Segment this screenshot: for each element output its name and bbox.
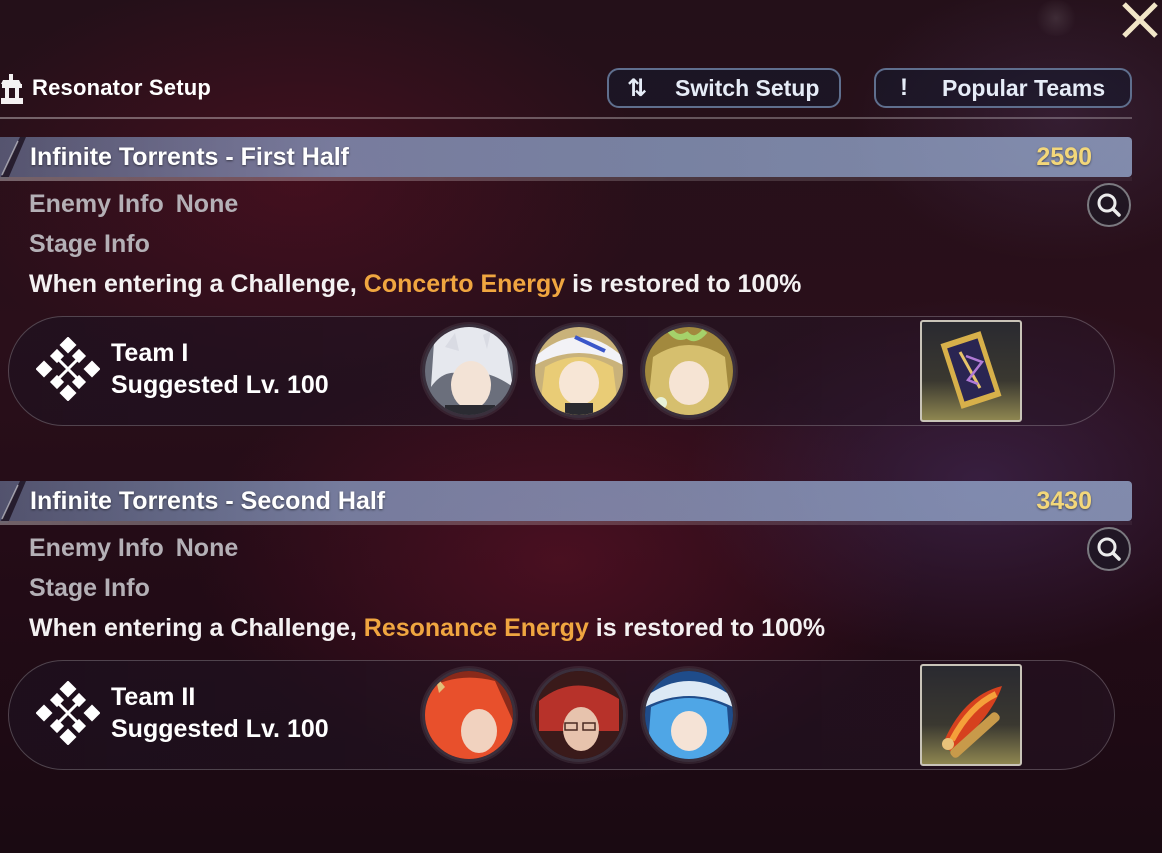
portrait-image <box>425 671 513 759</box>
team-emblem-icon <box>36 337 100 401</box>
team-suggested-level: Suggested Lv. 100 <box>111 715 329 743</box>
enemy-info-label: Enemy Info <box>29 534 164 562</box>
stage-description: When entering a Challenge, Concerto Ener… <box>29 270 801 299</box>
background-glow <box>1034 0 1078 36</box>
team-emblem-icon <box>36 681 100 745</box>
stage-score: 3430 <box>1036 487 1092 515</box>
banner-ornament-icon <box>0 137 26 179</box>
stage-info-label: Stage Info <box>29 230 150 258</box>
blonde-hat-resonator-avatar[interactable] <box>532 324 626 418</box>
stage-desc-highlight: Concerto Energy <box>363 270 566 298</box>
exclamation-icon: ! <box>900 74 908 101</box>
stage-title: Infinite Torrents - Second Half <box>30 487 386 515</box>
stage-title: Infinite Torrents - First Half <box>30 143 349 171</box>
echo-image <box>942 686 1002 758</box>
stage-score: 2590 <box>1036 143 1092 171</box>
stage-info-label: Stage Info <box>29 574 150 602</box>
portrait-image <box>425 327 513 415</box>
switch-setup-label: Switch Setup <box>675 74 820 101</box>
magnifier-icon <box>1097 193 1121 217</box>
enemy-info-row: Enemy Info None <box>29 534 238 563</box>
close-x-icon[interactable] <box>1118 0 1162 40</box>
popular-teams-button[interactable]: ! Popular Teams <box>874 68 1132 108</box>
banner-underline <box>0 177 1132 181</box>
banner-underline <box>0 521 1132 525</box>
orange-hair-resonator-avatar[interactable] <box>422 668 516 762</box>
popular-teams-label: Popular Teams <box>942 74 1106 101</box>
enemy-info-value: None <box>175 534 239 562</box>
portrait-image <box>645 671 733 759</box>
resonator-icon <box>1 74 23 104</box>
stage-desc-suffix: is restored to 100% <box>588 614 826 642</box>
stage-desc-prefix: When entering a Challenge, <box>29 270 364 298</box>
portrait-image <box>535 327 623 415</box>
enemy-search-button[interactable] <box>1087 183 1131 227</box>
team-name: Team II <box>111 683 196 711</box>
team-suggested-level: Suggested Lv. 100 <box>111 371 329 399</box>
echo-image <box>940 331 1002 409</box>
red-hair-glasses-resonator-avatar[interactable] <box>532 668 626 762</box>
stage-description: When entering a Challenge, Resonance Ene… <box>29 614 825 643</box>
enemy-info-value: None <box>175 190 239 218</box>
green-leaf-resonator-avatar[interactable] <box>642 324 736 418</box>
enemy-info-row: Enemy Info None <box>29 190 238 219</box>
enemy-info-label: Enemy Info <box>29 190 164 218</box>
magnifier-icon <box>1097 537 1121 561</box>
enemy-search-button[interactable] <box>1087 527 1131 571</box>
blue-hair-resonator-avatar[interactable] <box>642 668 736 762</box>
switch-setup-button[interactable]: ⇅ Switch Setup <box>607 68 841 108</box>
stage-desc-highlight: Resonance Energy <box>363 614 589 642</box>
flaming-spyglass-echo[interactable] <box>920 664 1022 766</box>
stage-desc-prefix: When entering a Challenge, <box>29 614 364 642</box>
silver-hair-resonator-avatar[interactable] <box>422 324 516 418</box>
hourglass-frame-echo[interactable] <box>920 320 1022 422</box>
banner-ornament-icon <box>0 481 26 523</box>
header-divider <box>0 117 1132 119</box>
page-title: Resonator Setup <box>32 75 212 100</box>
portrait-image <box>645 327 733 415</box>
team-name: Team I <box>111 339 189 367</box>
portrait-image <box>535 671 623 759</box>
stage-desc-suffix: is restored to 100% <box>565 270 802 298</box>
swap-arrows-icon: ⇅ <box>626 74 648 102</box>
